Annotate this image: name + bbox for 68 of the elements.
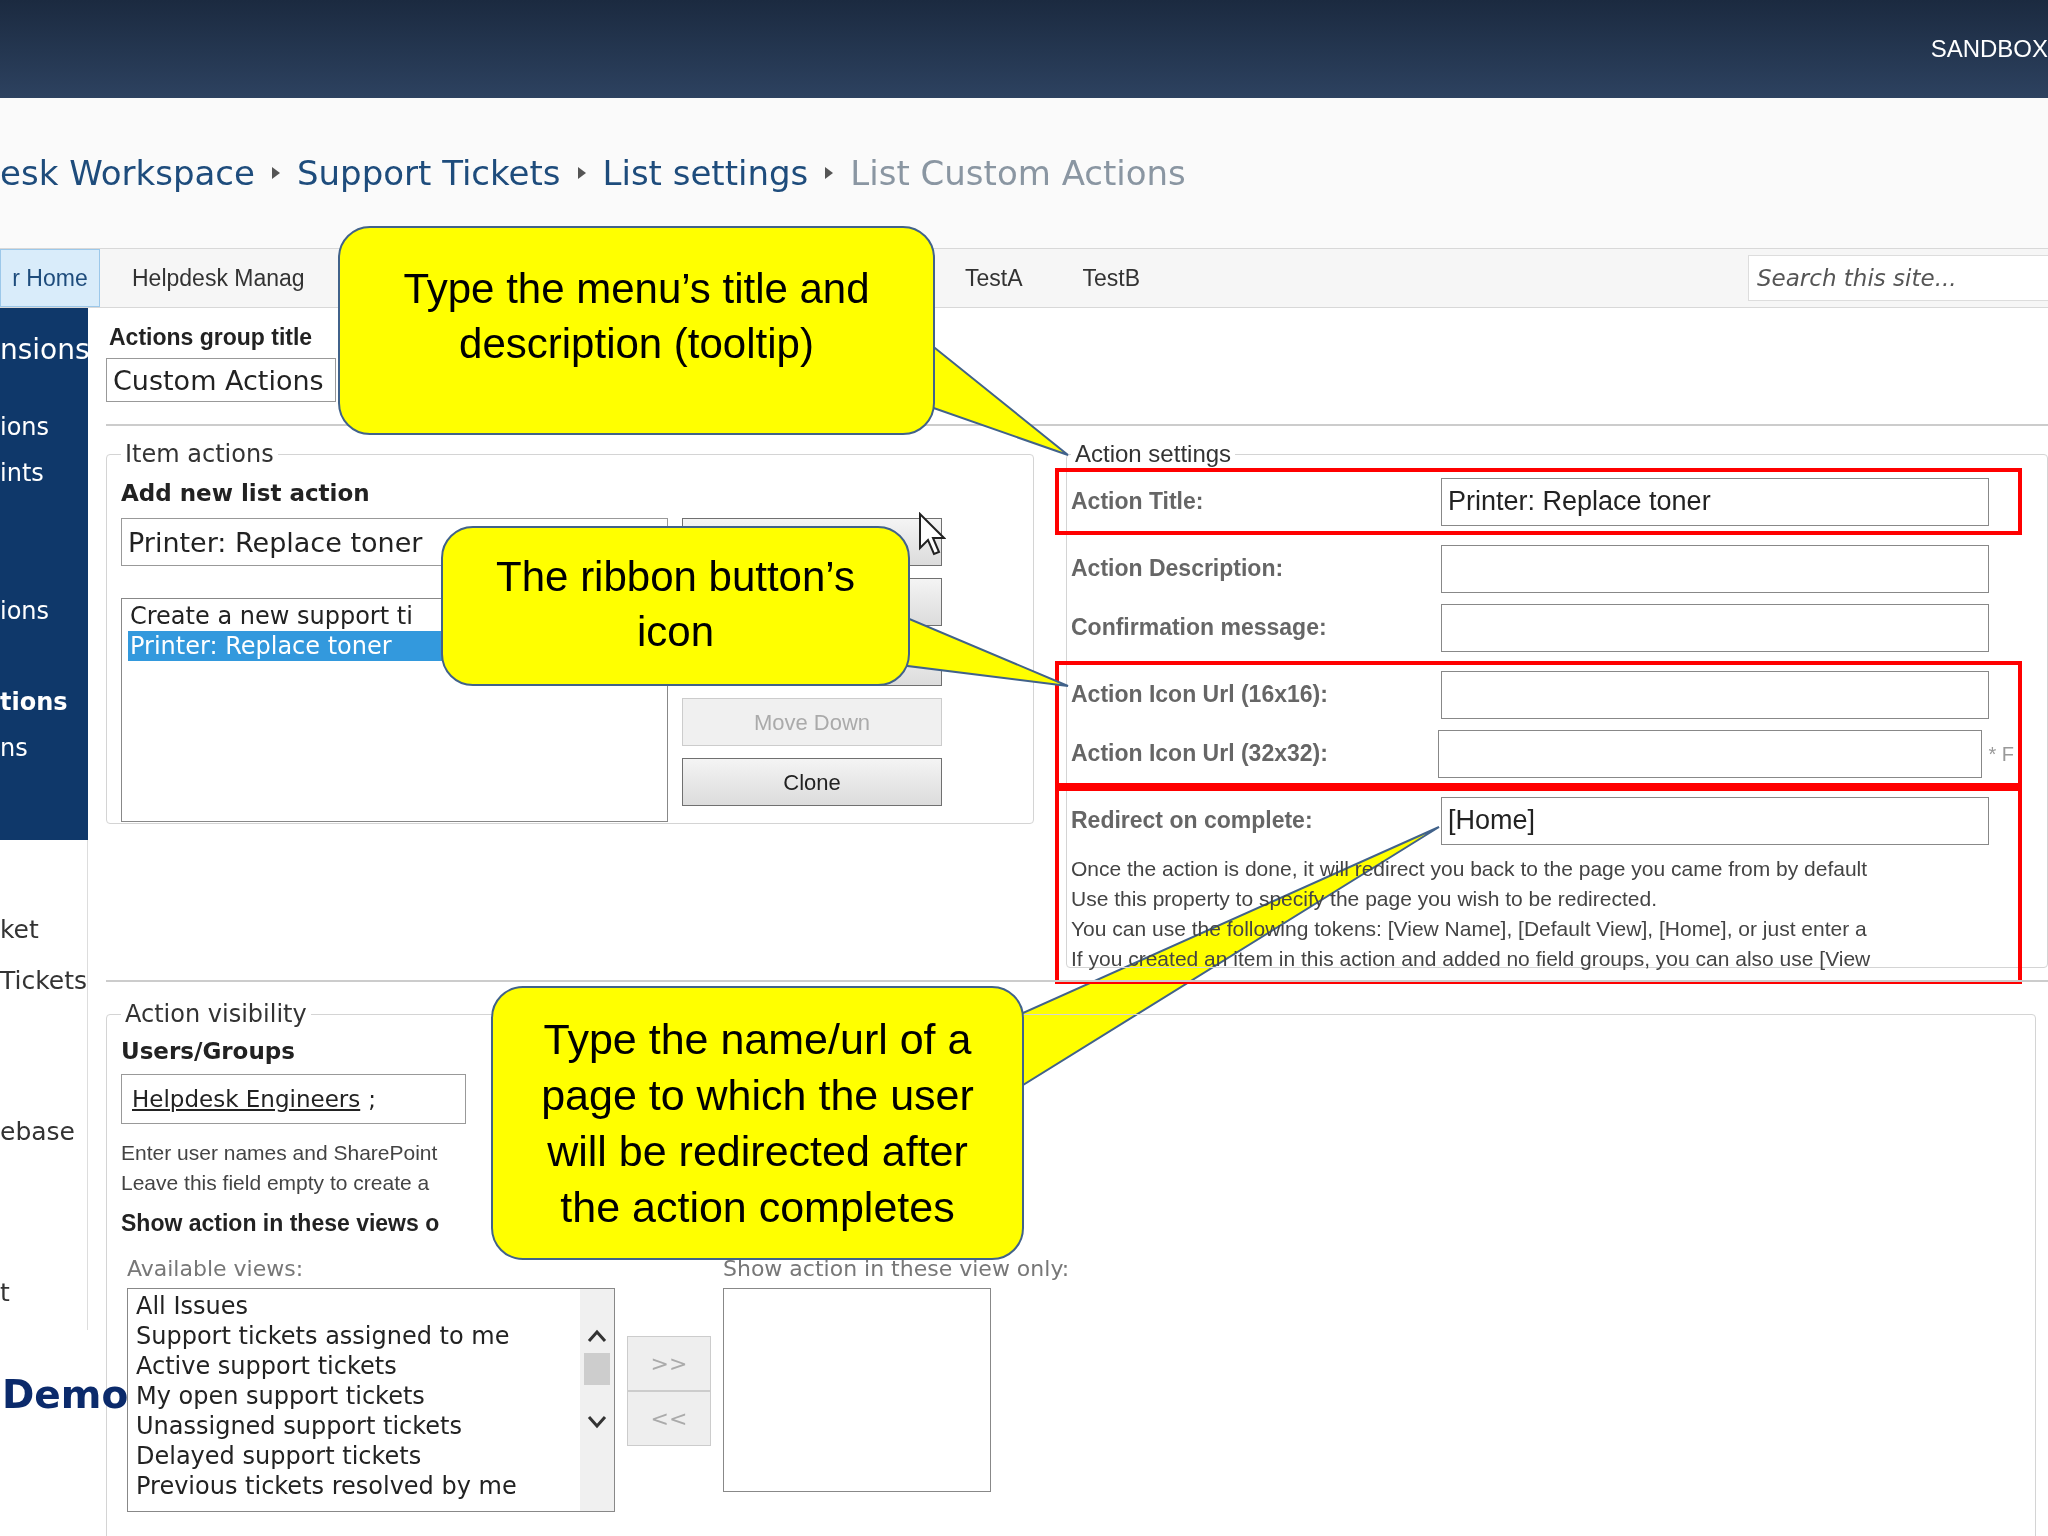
list-option[interactable]: All Issues — [134, 1291, 250, 1321]
nav-tab[interactable]: Helpdesk Manag — [120, 249, 320, 307]
fieldset-legend: Action settings — [1071, 440, 1236, 468]
list-option[interactable]: Delayed support tickets — [134, 1441, 424, 1471]
chevron-down-icon[interactable] — [587, 1415, 607, 1429]
field-label: Actions group title — [108, 323, 313, 352]
breadcrumb-arrow-icon — [576, 166, 587, 180]
breadcrumb-link[interactable]: Support Tickets — [296, 147, 561, 199]
overlay-title: Demo — [2, 1375, 129, 1415]
sidebar-link[interactable]: ket — [0, 915, 39, 945]
sidebar-item[interactable]: ions — [0, 412, 50, 442]
callout-tooltip: The ribbon button’s icon — [441, 526, 910, 686]
breadcrumb-arrow-icon — [824, 166, 835, 180]
list-option[interactable]: Previous tickets resolved by me — [134, 1471, 519, 1501]
field-label: Action Icon Url (32x32): — [1071, 739, 1329, 769]
site-label: SANDBOX — [1930, 34, 2048, 64]
nav-tab[interactable]: r Home — [0, 249, 100, 307]
nav-tab[interactable]: TestB — [1062, 249, 1161, 307]
chevron-up-icon[interactable] — [587, 1329, 607, 1343]
text-field[interactable] — [1441, 670, 1989, 719]
section-heading: Show action in these views o — [121, 1209, 440, 1238]
sidebar-link[interactable]: t — [0, 1278, 10, 1308]
sidebar-item[interactable]: ions — [0, 596, 50, 626]
name-separator: ; — [368, 1084, 376, 1114]
list-option[interactable]: Support tickets assigned to me — [134, 1321, 512, 1351]
field-label: Confirmation message: — [1071, 613, 1328, 643]
fieldset-legend: Action visibility — [121, 1000, 311, 1028]
breadcrumb-arrow-icon — [270, 166, 281, 180]
breadcrumb-link[interactable]: esk Workspace — [0, 147, 255, 199]
text-field[interactable] — [1438, 729, 1983, 778]
field-label: Action Title: — [1071, 487, 1205, 517]
list-option[interactable]: Active support tickets — [134, 1351, 399, 1381]
list-option[interactable]: Unassigned support tickets — [134, 1411, 464, 1441]
sidebar-link[interactable]: Tickets — [0, 966, 87, 996]
breadcrumb-current: List Custom Actions — [850, 151, 1186, 195]
text-field[interactable] — [1441, 603, 1989, 652]
list-box[interactable]: All Issues Support tickets assigned to me Active support tickets My open support tickets Unassigned support tickets Delayed support tickets Previous tickets resolved by me — [127, 1288, 615, 1512]
sidebar-item[interactable]: ints — [0, 458, 44, 488]
help-text: Leave this field empty to create a — [121, 1170, 430, 1196]
fieldset-legend: Item actions — [121, 440, 278, 468]
resolved-name[interactable]: Helpdesk Engineers — [132, 1081, 361, 1117]
field-label: Redirect on complete: — [1071, 806, 1314, 836]
cursor-icon — [918, 512, 946, 556]
people-picker-field[interactable]: Helpdesk Engineers ; — [121, 1074, 466, 1124]
breadcrumb-link[interactable]: List settings — [602, 147, 809, 199]
help-text: Enter user names and SharePoint — [121, 1140, 438, 1166]
required-note: * F — [1988, 741, 2014, 767]
callout-tooltip: Type the menu’s title and description (tooltip) — [338, 226, 935, 435]
text-field[interactable]: Printer: Replace toner — [1441, 477, 1989, 526]
text-field[interactable] — [1441, 544, 1989, 593]
group-title-field[interactable]: Custom Actions — [106, 358, 336, 402]
field-label: Action Description: — [1071, 554, 1285, 584]
scroll-thumb[interactable] — [584, 1353, 610, 1385]
list-label: Available views: — [127, 1256, 304, 1282]
scrollbar[interactable] — [580, 1289, 614, 1511]
list-option[interactable]: My open support tickets — [134, 1381, 427, 1411]
nav-tab[interactable]: TestA — [945, 249, 1043, 307]
callout-tooltip: Type the name/url of a page to which the user will be redirected after the action completes — [491, 986, 1024, 1260]
sidebar-item[interactable]: ns — [0, 733, 28, 763]
section-heading: Users/Groups — [121, 1037, 295, 1066]
sidebar-item[interactable]: tions — [0, 687, 68, 717]
search-field[interactable]: Search this site... — [1748, 255, 2048, 301]
sidebar-item[interactable]: nsions — [0, 332, 88, 368]
section-heading: Add new list action — [121, 479, 370, 508]
text-field[interactable]: [Home] — [1441, 796, 1989, 845]
sidebar-link[interactable]: ebase — [0, 1117, 75, 1147]
action-button[interactable]: Clone — [682, 758, 942, 806]
field-label: Action Icon Url (16x16): — [1071, 680, 1329, 710]
